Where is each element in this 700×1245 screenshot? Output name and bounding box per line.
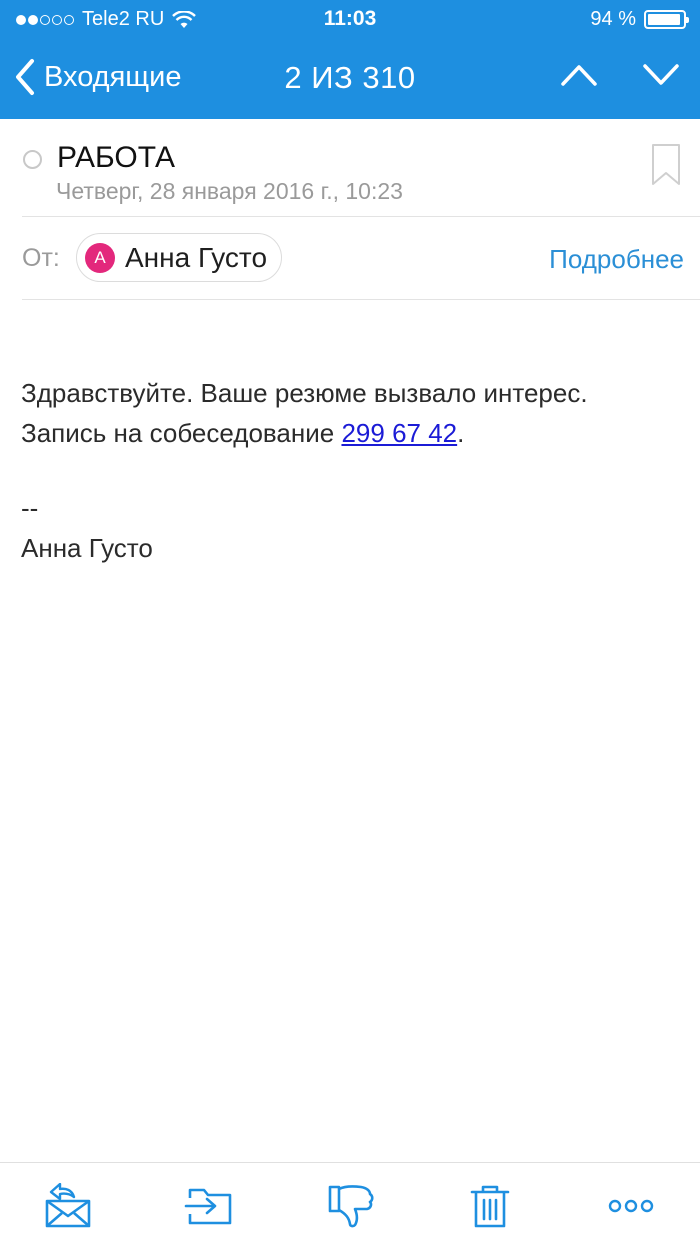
read-status-icon[interactable] xyxy=(23,150,42,169)
trash-icon xyxy=(470,1185,510,1228)
spam-button[interactable] xyxy=(326,1181,376,1231)
avatar: А xyxy=(85,242,115,273)
spam-icon xyxy=(328,1185,374,1228)
battery-percentage: 94 % xyxy=(590,8,636,30)
delete-button[interactable] xyxy=(465,1181,515,1231)
signature-separator: -- xyxy=(21,493,39,523)
signature-name: Анна Густо xyxy=(21,533,153,563)
email-date: Четверг, 28 января 2016 г., 10:23 xyxy=(56,178,403,204)
navigation-bar: Входящие 2 ИЗ 310 xyxy=(0,40,700,119)
details-link[interactable]: Подробнее xyxy=(549,244,684,275)
more-button[interactable] xyxy=(606,1181,656,1231)
body-line: Здравствуйте. Ваше резюме вызвало интере… xyxy=(21,378,588,408)
body-line: Запись на собеседование 299 67 42. xyxy=(21,418,465,448)
bookmark-icon[interactable] xyxy=(650,143,682,187)
email-header: РАБОТА Четверг, 28 января 2016 г., 10:23 xyxy=(0,119,700,216)
move-to-folder-icon xyxy=(184,1188,232,1225)
sender-name: Анна Густо xyxy=(125,241,268,273)
battery-icon xyxy=(644,10,689,29)
sender-chip[interactable]: А Анна Густо xyxy=(76,233,283,282)
status-bar: Tele2 RU 11:03 94 % xyxy=(0,0,700,40)
reply-button[interactable] xyxy=(43,1181,93,1231)
sender-row: От: А Анна Густо Подробнее xyxy=(0,217,700,299)
email-body: Здравствуйте. Ваше резюме вызвало интере… xyxy=(21,373,681,453)
next-message-button[interactable] xyxy=(642,62,680,88)
previous-message-button[interactable] xyxy=(560,62,598,88)
bottom-toolbar xyxy=(0,1162,700,1245)
divider xyxy=(22,299,700,300)
move-button[interactable] xyxy=(184,1181,234,1231)
header: Tele2 RU 11:03 94 % Входящие 2 ИЗ 310 xyxy=(0,0,700,119)
email-signature: -- Анна Густо xyxy=(21,488,153,568)
phone-link[interactable]: 299 67 42 xyxy=(341,418,457,448)
email-subject: РАБОТА xyxy=(57,141,176,174)
more-icon xyxy=(608,1199,654,1213)
reply-icon xyxy=(45,1183,91,1228)
from-label: От: xyxy=(22,244,60,272)
